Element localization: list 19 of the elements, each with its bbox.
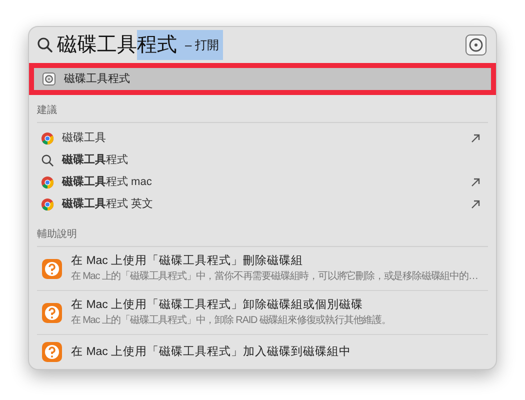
- help-icon: [41, 302, 63, 324]
- help-item[interactable]: 在 Mac 上使用「磁碟工具程式」加入磁碟到磁碟組中: [37, 335, 488, 369]
- search-icon: [37, 37, 53, 53]
- help-item[interactable]: 在 Mac 上使用「磁碟工具程式」卸除磁碟組或個別磁碟 在 Mac 上的「磁碟工具程式」中，卸除 RAID 磁碟組來修復或執行其他維護。: [37, 291, 488, 335]
- section-heading: 建議: [37, 95, 488, 123]
- browser-icon: [41, 132, 54, 144]
- suggestion-item[interactable]: 磁碟工具程式 英文: [37, 193, 488, 215]
- help-item[interactable]: 在 Mac 上使用「磁碟工具程式」刪除磁碟組 在 Mac 上的「磁碟工具程式」中，當你不再需要磁碟組時，可以將它刪除，或是移除磁碟組中的…: [37, 247, 488, 291]
- suggestion-item[interactable]: 磁碟工具: [37, 127, 488, 149]
- search-icon: [41, 154, 54, 166]
- disk-icon: [42, 72, 56, 86]
- top-hit-item[interactable]: 磁碟工具程式: [34, 68, 491, 90]
- browser-icon: [41, 176, 54, 188]
- help-icon: [41, 258, 63, 280]
- section-heading: 輔助說明: [37, 219, 488, 247]
- suggestion-item[interactable]: 磁碟工具程式: [37, 149, 488, 171]
- help-icon: [41, 341, 63, 363]
- suggestion-item[interactable]: 磁碟工具程式 mac: [37, 171, 488, 193]
- browser-icon: [41, 198, 54, 210]
